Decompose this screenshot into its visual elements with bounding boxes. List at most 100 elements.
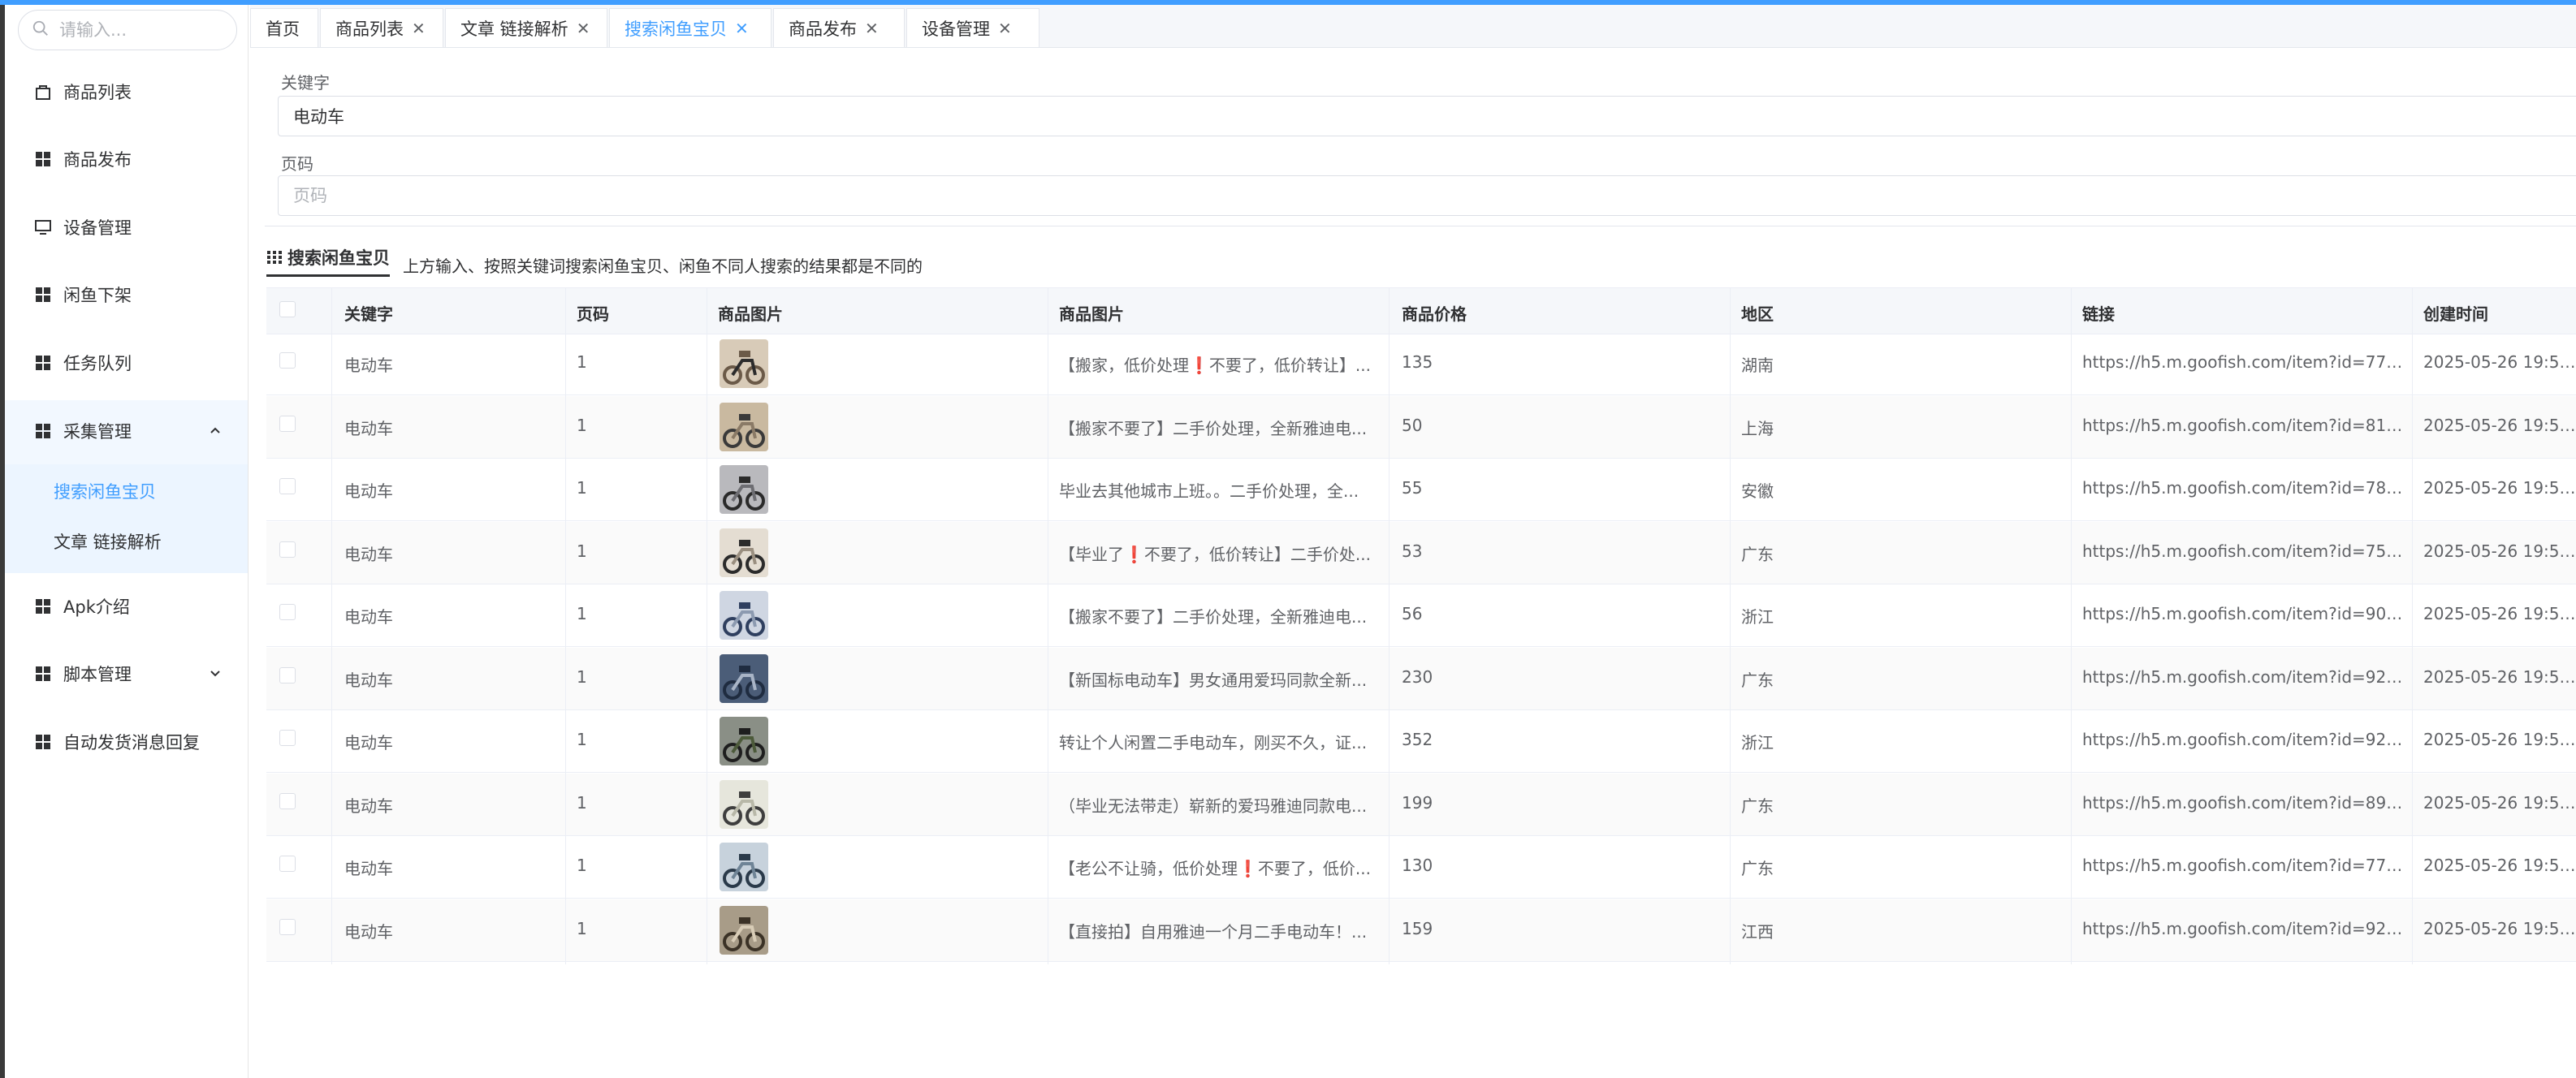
sidebar-subitem-article-link-parse[interactable]: 文章 链接解析 (54, 529, 162, 554)
title-text: 毕业去其他城市上班。。二手价处理，全... (1059, 481, 1359, 501)
row-checkbox[interactable] (279, 415, 296, 432)
close-icon[interactable]: ✕ (412, 19, 426, 38)
close-icon[interactable]: ✕ (735, 19, 749, 38)
sidebar-subitem-search-xianyu[interactable]: 搜索闲鱼宝贝 (54, 479, 156, 503)
select-all-checkbox[interactable] (279, 301, 296, 317)
tab-search-xianyu[interactable]: 搜索闲鱼宝贝 ✕ (609, 8, 772, 47)
row-checkbox[interactable] (279, 352, 296, 369)
row-checkbox[interactable] (279, 604, 296, 620)
sidebar-item-xianyu-offshelf[interactable]: 闲鱼下架 (5, 261, 248, 328)
cell-keyword: 电动车 (344, 544, 393, 564)
sidebar-item-apk-intro[interactable]: Apk介绍 (5, 573, 248, 640)
sidebar-item-label: 设备管理 (63, 218, 132, 238)
table-row[interactable]: 电动车 1 352 浙江 https://h5.m.goofish.com/item?i… (266, 710, 2576, 773)
sidebar-item-product-publish[interactable]: 商品发布 (5, 126, 248, 192)
product-thumbnail[interactable] (720, 779, 768, 829)
keyword-input[interactable] (292, 106, 2576, 127)
cell-price: 130 (1402, 856, 1433, 875)
column-header[interactable]: 链接 (2082, 301, 2115, 325)
cell-price: 352 (1402, 730, 1433, 749)
cell-link[interactable]: https://h5.m.goofish.com/item?id=892913.… (2082, 793, 2404, 813)
cell-link[interactable]: https://h5.m.goofish.com/item?id=774912.… (2082, 352, 2404, 372)
column-header[interactable]: 关键字 (344, 301, 393, 325)
table-row[interactable]: 电动车 1 230 广东 https://h5.m.goofish.com/item?i… (266, 647, 2576, 710)
cell-time: 2025-05-26 19:56:49 (2423, 604, 2576, 623)
cell-page: 1 (577, 478, 587, 498)
tab-product-list[interactable]: 商品列表 ✕ (320, 8, 443, 47)
table-row[interactable]: 电动车 1 55 安徽 https://h5.m.goofish.com/item?id… (266, 459, 2576, 521)
close-icon[interactable]: ✕ (998, 19, 1012, 38)
cell-link[interactable]: https://h5.m.goofish.com/item?id=817150.… (2082, 416, 2404, 435)
sidebar-item-task-queue[interactable]: 任务队列 (5, 330, 248, 396)
column-divider (2071, 287, 2072, 964)
row-checkbox[interactable] (279, 666, 296, 683)
cell-link[interactable]: https://h5.m.goofish.com/item?id=774912.… (2082, 856, 2404, 875)
table-row[interactable]: 电动车 1 56 浙江 https://h5.m.goofish.com/item?id… (266, 584, 2576, 647)
cell-link[interactable]: https://h5.m.goofish.com/item?id=902070.… (2082, 604, 2404, 623)
close-icon[interactable]: ✕ (865, 19, 879, 38)
grid-icon (266, 249, 283, 265)
tab-article-link-parse[interactable]: 文章 链接解析 ✕ (445, 8, 607, 47)
page-input[interactable] (292, 185, 2576, 206)
product-thumbnail[interactable] (720, 905, 768, 955)
table-row[interactable]: 电动车 1 159 江西 https://h5.m.goofish.com/item?i… (266, 899, 2576, 962)
cell-price: 199 (1402, 792, 1433, 813)
cell-title: 【新国标电动车】男女通用爱玛同款全新... (1059, 667, 1384, 691)
product-thumbnail[interactable] (720, 339, 768, 388)
row-checkbox[interactable] (279, 541, 296, 558)
sidebar-search[interactable] (18, 10, 237, 50)
section-title-label: 搜索闲鱼宝贝 (287, 248, 390, 268)
cell-link[interactable]: https://h5.m.goofish.com/item?id=923609.… (2082, 730, 2404, 749)
row-checkbox[interactable] (279, 856, 296, 872)
sidebar-item-auto-reply[interactable]: 自动发货消息回复 (5, 709, 248, 775)
sidebar-item-collect-management[interactable]: 采集管理 (5, 398, 248, 464)
column-header[interactable]: 创建时间 (2423, 301, 2488, 325)
keyword-field[interactable] (278, 96, 2576, 136)
table-row[interactable]: 电动车 1 50 上海 https://h5.m.goofish.com/item?id… (266, 395, 2576, 459)
table-row[interactable]: 电动车 1 135 湖南 https://h5.m.goofish.com/item?i… (266, 333, 2576, 395)
table-row[interactable]: 电动车 1 130 广东 https://h5.m.goofish.com/item?i… (266, 836, 2576, 899)
row-checkbox[interactable] (279, 730, 296, 746)
section-title[interactable]: 搜索闲鱼宝贝 (266, 245, 390, 270)
cell-link[interactable]: https://h5.m.goofish.com/item?id=929639.… (2082, 919, 2404, 938)
product-thumbnail[interactable] (720, 591, 768, 640)
row-checkbox[interactable] (279, 478, 296, 494)
tab-bar: 首页 商品列表 ✕ 文章 链接解析 ✕ 搜索闲鱼宝贝 ✕ 商品发布 ✕ 设备管理 ✕ (250, 5, 2576, 48)
close-icon[interactable]: ✕ (577, 19, 590, 38)
search-input[interactable] (58, 19, 223, 41)
tab-label: 搜索闲鱼宝贝 (625, 19, 727, 39)
grid-icon (34, 422, 52, 440)
section-underline (266, 274, 390, 277)
title-text: 【搬家不要了】二手价处理，全新雅迪电... (1059, 418, 1368, 438)
product-thumbnail[interactable] (720, 843, 768, 891)
column-header[interactable]: 商品价格 (1402, 301, 1467, 325)
cell-link[interactable]: https://h5.m.goofish.com/item?id=780810.… (2082, 478, 2404, 498)
table-row[interactable]: 电动车 1 53 广东 https://h5.m.goofish.com/item?id… (266, 521, 2576, 584)
sidebar-item-product-list[interactable]: 商品列表 (5, 58, 248, 125)
column-header[interactable]: 商品图片 (718, 301, 783, 325)
product-thumbnail[interactable] (720, 402, 768, 451)
tab-device-management[interactable]: 设备管理 ✕ (906, 8, 1039, 47)
product-thumbnail[interactable] (720, 528, 768, 577)
grid-icon (34, 665, 52, 683)
tab-label: 文章 链接解析 (460, 19, 568, 39)
product-thumbnail[interactable] (720, 717, 768, 765)
cell-link[interactable]: https://h5.m.goofish.com/item?id=929910.… (2082, 667, 2404, 687)
sidebar-item-device-management[interactable]: 设备管理 (5, 194, 248, 261)
page-label: 页码 (281, 154, 313, 174)
tab-product-publish[interactable]: 商品发布 ✕ (773, 8, 905, 47)
row-checkbox[interactable] (279, 918, 296, 935)
grid-icon (34, 286, 52, 304)
page-field[interactable] (278, 175, 2576, 216)
product-thumbnail[interactable] (720, 465, 768, 514)
sidebar-item-script-management[interactable]: 脚本管理 (5, 640, 248, 707)
row-checkbox[interactable] (279, 792, 296, 809)
cell-link[interactable]: https://h5.m.goofish.com/item?id=758320.… (2082, 541, 2404, 561)
column-header[interactable]: 地区 (1741, 301, 1774, 325)
column-header[interactable]: 商品图片 (1059, 301, 1124, 325)
product-thumbnail[interactable] (720, 653, 768, 703)
tab-home[interactable]: 首页 (250, 8, 318, 47)
column-header[interactable]: 页码 (577, 301, 609, 325)
column-divider (1389, 287, 1390, 964)
table-row[interactable]: 电动车 1 199 广东 https://h5.m.goofish.com/item?i… (266, 773, 2576, 836)
